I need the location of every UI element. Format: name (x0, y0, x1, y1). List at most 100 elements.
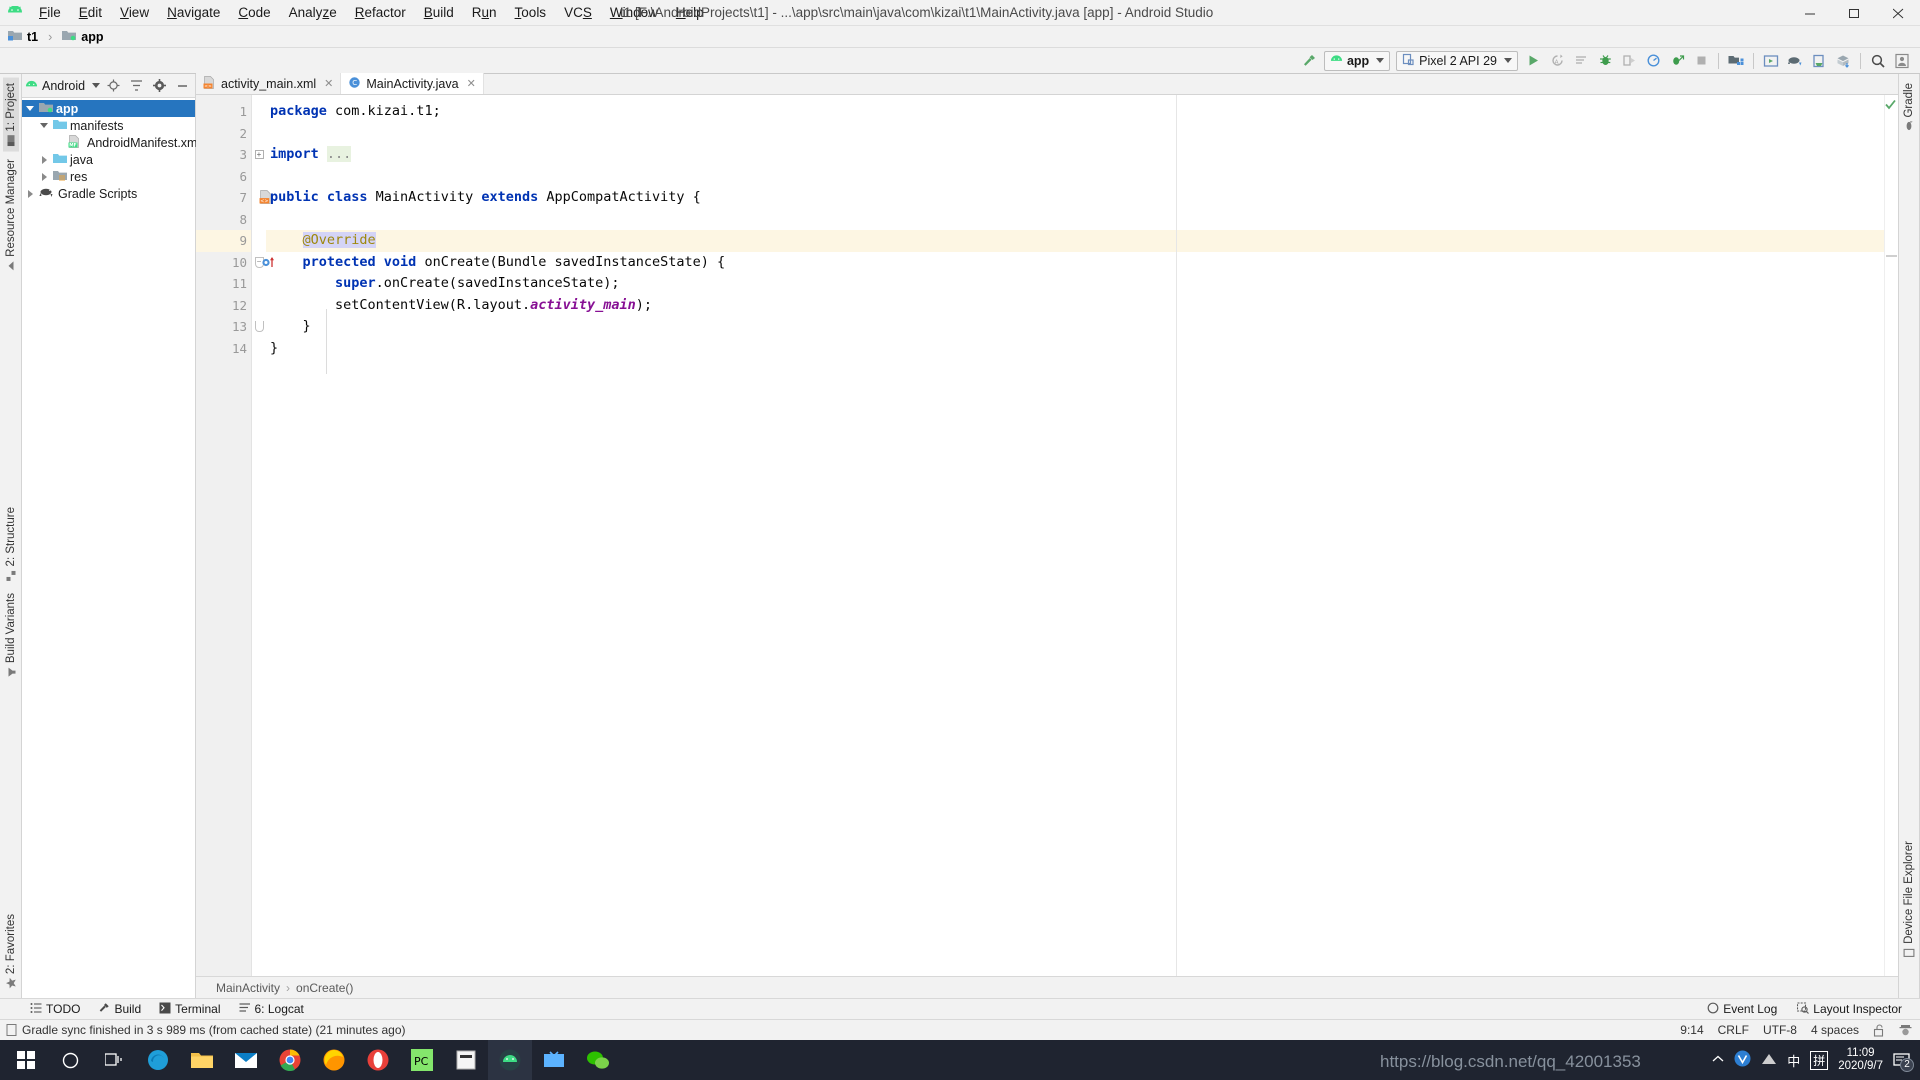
cortana-search-icon[interactable] (48, 1040, 92, 1080)
hammer-build-icon[interactable] (1298, 50, 1320, 72)
tool-window-todo[interactable]: TODO (22, 1000, 88, 1019)
breadcrumb-project[interactable]: t1 (27, 30, 38, 44)
apply-code-changes-icon[interactable] (1570, 50, 1592, 72)
ime-pinyin-icon[interactable]: 拼 (1810, 1050, 1829, 1070)
status-message[interactable]: Gradle sync finished in 3 s 989 ms (from… (22, 1023, 406, 1037)
taskbar-clock[interactable]: 11:09 2020/9/7 (1838, 1047, 1883, 1073)
device-selector[interactable]: Pixel 2 API 29 (1396, 50, 1518, 71)
run-configuration-selector[interactable]: app (1323, 50, 1391, 71)
menu-run[interactable]: Run (463, 2, 506, 23)
editor-fold-column[interactable]: + − (252, 95, 266, 976)
sidebar-item-structure[interactable]: 2: Structure (3, 502, 19, 586)
gradle-sync-icon[interactable] (1784, 50, 1806, 72)
indent-setting[interactable]: 4 spaces (1811, 1023, 1859, 1037)
file-explorer-icon[interactable] (180, 1040, 224, 1080)
editor-error-stripe[interactable] (1884, 95, 1898, 976)
tool-window-logcat[interactable]: 6: Logcat (231, 1000, 312, 1019)
tree-node-gradle-scripts[interactable]: Gradle Scripts (22, 185, 195, 202)
wechat-icon[interactable] (576, 1040, 620, 1080)
ime-chinese-icon[interactable]: 中 (1787, 1051, 1800, 1070)
close-button[interactable] (1876, 0, 1920, 26)
twisty-down-icon[interactable] (24, 106, 36, 111)
caret-position[interactable]: 9:14 (1680, 1023, 1703, 1037)
device-file-explorer-icon[interactable] (1808, 50, 1830, 72)
opera-icon[interactable] (356, 1040, 400, 1080)
menu-vcs[interactable]: VCS (555, 2, 601, 23)
breadcrumb-method[interactable]: onCreate() (296, 981, 353, 995)
v2ray-tray-icon[interactable] (1734, 1050, 1751, 1070)
menu-file[interactable]: File (30, 2, 70, 23)
locate-target-icon[interactable] (104, 76, 123, 95)
office-icon[interactable] (444, 1040, 488, 1080)
editor-tab-mainactivity-java[interactable]: C MainActivity.java ✕ (341, 73, 484, 94)
firefox-icon[interactable] (312, 1040, 356, 1080)
close-tab-icon[interactable]: ✕ (324, 77, 333, 90)
sidebar-item-gradle[interactable]: Gradle (1901, 78, 1917, 136)
network-tray-icon[interactable] (1761, 1052, 1777, 1069)
project-view-selector[interactable]: Android (25, 79, 101, 93)
hector-inspection-icon[interactable] (1899, 1024, 1912, 1037)
google-chrome-icon[interactable] (268, 1040, 312, 1080)
tool-window-event-log[interactable]: Event Log (1699, 1000, 1785, 1019)
fold-method-end[interactable] (252, 316, 266, 338)
unlocked-padlock-icon[interactable] (1873, 1023, 1885, 1037)
twisty-right-icon[interactable] (38, 155, 50, 164)
minimize-button[interactable] (1788, 0, 1832, 26)
breadcrumb-class[interactable]: MainActivity (216, 981, 280, 995)
start-button-icon[interactable] (4, 1040, 48, 1080)
menu-edit[interactable]: Edit (70, 2, 111, 23)
line-separator[interactable]: CRLF (1718, 1023, 1749, 1037)
sidebar-item-build-variants[interactable]: Build Variants (3, 588, 19, 683)
profiler-icon[interactable] (1642, 50, 1664, 72)
sidebar-item-favorites[interactable]: 2: Favorites (3, 909, 19, 994)
menu-build[interactable]: Build (415, 2, 463, 23)
task-view-icon[interactable] (92, 1040, 136, 1080)
menu-code[interactable]: Code (229, 2, 279, 23)
menu-navigate[interactable]: Navigate (158, 2, 229, 23)
notification-center-icon[interactable]: 2 (1893, 1052, 1914, 1072)
menu-refactor[interactable]: Refactor (346, 2, 415, 23)
menu-analyze[interactable]: Analyze (280, 2, 346, 23)
fold-import-toggle[interactable]: + (252, 144, 266, 166)
twisty-down-icon[interactable] (38, 123, 50, 128)
collapse-all-icon[interactable] (127, 76, 146, 95)
avd-manager-icon[interactable] (1760, 50, 1782, 72)
file-encoding[interactable]: UTF-8 (1763, 1023, 1797, 1037)
android-studio-icon[interactable] (488, 1040, 532, 1080)
mail-icon[interactable] (224, 1040, 268, 1080)
editor-gutter[interactable]: 1 2 3 6 7 <> 8 9 10 11 12 13 14 (196, 95, 274, 976)
tree-node-java[interactable]: java (22, 151, 195, 168)
tree-node-res[interactable]: res (22, 168, 195, 185)
editor-code-text[interactable]: package com.kizai.t1; import ... public … (266, 95, 1884, 976)
editor-tab-activity-main-xml[interactable]: <> activity_main.xml ✕ (196, 73, 342, 94)
apply-changes-icon[interactable]: A (1546, 50, 1568, 72)
hide-minus-icon[interactable] (173, 76, 192, 95)
menu-view[interactable]: View (111, 2, 158, 23)
maximize-button[interactable] (1832, 0, 1876, 26)
sidebar-item-project[interactable]: 1: Project (2, 78, 19, 152)
code-editor[interactable]: 1 2 3 6 7 <> 8 9 10 11 12 13 14 + − pack… (196, 95, 1898, 976)
sidebar-item-device-file-explorer[interactable]: Device File Explorer (1901, 836, 1917, 964)
ok-checkmark-icon[interactable] (1885, 98, 1896, 113)
tool-window-terminal[interactable]: Terminal (151, 1000, 228, 1019)
run-coverage-icon[interactable] (1666, 50, 1688, 72)
search-everywhere-icon[interactable] (1867, 50, 1889, 72)
bilibili-icon[interactable] (532, 1040, 576, 1080)
stop-square-icon[interactable] (1690, 50, 1712, 72)
tree-node-manifests[interactable]: manifests (22, 117, 195, 134)
gear-icon[interactable] (150, 76, 169, 95)
stripe-marker[interactable] (1886, 255, 1897, 257)
menu-tools[interactable]: Tools (506, 2, 556, 23)
sdk-manager-icon[interactable] (1725, 50, 1747, 72)
microsoft-edge-icon[interactable] (136, 1040, 180, 1080)
user-account-icon[interactable] (1891, 50, 1913, 72)
pycharm-icon[interactable]: PC (400, 1040, 444, 1080)
tree-node-app[interactable]: app (22, 100, 195, 117)
tool-window-layout-inspector[interactable]: Layout Inspector (1789, 1000, 1910, 1019)
close-tab-icon[interactable]: ✕ (467, 77, 476, 90)
layout-inspector-icon[interactable] (1832, 50, 1854, 72)
tool-window-build[interactable]: Build (90, 1000, 149, 1019)
twisty-right-icon[interactable] (38, 172, 50, 181)
breadcrumb-module[interactable]: app (81, 30, 103, 44)
tree-node-androidmanifest[interactable]: MF AndroidManifest.xml (22, 134, 200, 151)
